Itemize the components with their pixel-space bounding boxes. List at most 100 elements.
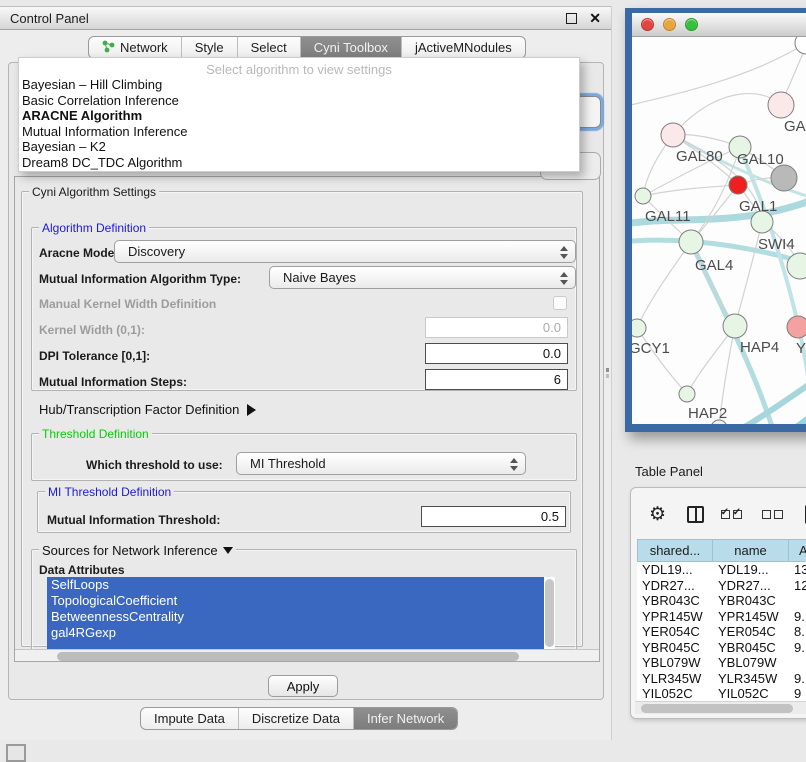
combo-stepper-icon [509,457,518,472]
dpi-tolerance-field[interactable]: 0.0 [425,343,568,364]
manual-kernel-width-label: Manual Kernel Width Definition [39,297,216,311]
network-node-label: GAL [784,118,806,135]
table-panel-title: Table Panel [635,464,703,479]
network-node-label: HAP4 [740,339,779,356]
network-node-label: GAL11 [645,208,691,225]
table-row[interactable]: YPR145W YPR145W 9. [637,609,806,625]
table-header: shared... name A [637,539,806,562]
tab-discretize-data[interactable]: Discretize Data [238,708,353,729]
settings-horizontal-scrollbar[interactable] [15,649,599,662]
tab-cyni-toolbox[interactable]: Cyni Toolbox [300,37,401,58]
data-attributes-list: SelfLoopsTopologicalCoefficientBetweenne… [47,577,555,649]
kernel-width-label: Kernel Width (0,1): [39,323,145,337]
mi-threshold-field[interactable]: 0.5 [421,506,566,527]
tab-infer-network[interactable]: Infer Network [353,708,457,729]
column-header-name[interactable]: name [713,539,789,562]
table-row[interactable]: YBR043C YBR043C [637,593,806,609]
control-panel-title: Control Panel [10,11,89,26]
apply-button[interactable]: Apply [268,675,338,697]
table-row[interactable]: YDL19... YDL19... 13 [637,562,806,578]
aracne-mode-combo[interactable]: Discovery [114,240,576,263]
data-attribute-item[interactable]: BetweennessCentrality [47,609,555,625]
float-panel-icon[interactable] [566,13,577,24]
network-node-label: GAL1 [739,198,777,215]
mi-threshold-definition-title: MI Threshold Definition [45,485,174,499]
network-node-label: GAL80 [676,148,723,165]
mi-algorithm-type-combo[interactable]: Naive Bayes [269,266,576,289]
which-threshold-combo[interactable]: MI Threshold [236,452,526,475]
tab-jactivemnodules[interactable]: jActiveMNodules [401,37,525,58]
close-traffic-light-icon[interactable] [641,18,654,31]
cyni-algorithm-settings-title: Cyni Algorithm Settings [29,185,159,199]
kernel-width-field[interactable]: 0.0 [425,317,568,338]
data-attributes-label: Data Attributes [39,563,125,577]
table-row[interactable]: YIL052C YIL052C 9 [637,686,806,701]
settings-scrollpane: Cyni Algorithm Settings Algorithm Defini… [14,176,600,662]
expander-arrow-icon [247,404,256,416]
network-node-label: Y [796,340,806,357]
algorithm-dropdown-item[interactable]: Mutual Information Inference [19,124,579,140]
network-node[interactable] [795,37,806,54]
network-node-HAP2[interactable] [679,386,695,402]
table-row[interactable]: YER054C YER054C 8. [637,624,806,640]
deselect-all-checkboxes-icon[interactable] [762,510,786,519]
minimized-panel-icon[interactable] [6,744,26,762]
network-window-titlebar[interactable] [632,13,806,37]
table-row[interactable]: YLR345W YLR345W 9. [637,671,806,687]
network-node-GAL1[interactable] [729,176,747,194]
network-canvas[interactable]: GALGAL80GAL10GAL1GAL11SWI4GAL4GCY1HAP4YH… [632,37,806,424]
network-node-HAP4[interactable] [723,314,747,338]
split-columns-icon[interactable] [687,506,704,523]
zoom-traffic-light-icon[interactable] [685,18,698,31]
network-node-label: HAP2 [688,405,727,422]
tab-select[interactable]: Select [237,37,300,58]
algorithm-dropdown-item[interactable]: ARACNE Algorithm [19,108,579,124]
network-node-GCY1[interactable] [632,319,646,337]
which-threshold-label: Which threshold to use: [86,458,223,472]
combo-stepper-icon [559,245,568,260]
network-node-Y[interactable] [787,316,806,338]
network-node-label: SWI4 [758,236,795,253]
network-node-GAL[interactable] [768,92,794,118]
table-horizontal-scrollbar[interactable] [635,701,806,714]
algorithm-dropdown-placeholder: Select algorithm to view settings [19,62,579,77]
hub-definition-expander[interactable]: Hub/Transcription Factor Definition [39,402,256,417]
algorithm-dropdown-popup: Select algorithm to view settings Bayesi… [18,57,580,172]
table-toolbar: ⚙ [631,494,806,534]
column-header-partial[interactable]: A [789,539,806,562]
settings-gear-icon[interactable]: ⚙ [649,505,666,524]
panel-divider-grip[interactable] [605,368,610,379]
network-view-window: GALGAL80GAL10GAL1GAL11SWI4GAL4GCY1HAP4YH… [625,8,806,432]
algorithm-definition-title: Algorithm Definition [39,221,149,235]
attribute-list-scrollbar[interactable] [544,577,555,649]
algorithm-dropdown-item[interactable]: Basic Correlation Inference [19,93,579,109]
table-row[interactable]: YDR27... YDR27... 12 [637,578,806,594]
table-row[interactable]: YBR045C YBR045C 9. [637,640,806,656]
network-node[interactable] [771,165,797,191]
manual-kernel-width-checkbox[interactable] [553,296,567,310]
close-panel-icon[interactable]: ✕ [589,11,601,25]
column-header-shared-name[interactable]: shared... [637,539,713,562]
control-panel-titlebar: Control Panel ✕ [0,6,611,30]
algorithm-dropdown-item[interactable]: Bayesian – Hill Climbing [19,77,579,93]
algorithm-dropdown-item[interactable]: Dream8 DC_TDC Algorithm [19,155,579,171]
minimize-traffic-light-icon[interactable] [663,18,676,31]
application-background: Control Panel ✕ Network Style Select Cyn… [0,0,806,762]
select-all-checkboxes-icon[interactable] [721,510,745,519]
table-row[interactable]: YBL079W YBL079W [637,655,806,671]
network-node-GAL4[interactable] [679,230,703,254]
control-panel-tabbar: Network Style Select Cyni Toolbox jActiv… [88,36,526,59]
tab-impute-data[interactable]: Impute Data [141,708,238,729]
data-attribute-item[interactable]: gal4RGexp [47,625,555,641]
table-panel-window: ⚙ shared... name A YDL19... YDL19... 13 … [630,487,806,719]
algorithm-dropdown-item[interactable]: Bayesian – K2 [19,139,579,155]
data-attribute-item[interactable]: TopologicalCoefficient [47,593,555,609]
network-node-GAL80[interactable] [661,123,685,147]
settings-vertical-scrollbar[interactable] [599,177,600,649]
tab-network[interactable]: Network [89,37,181,58]
data-attribute-item[interactable]: SelfLoops [47,577,555,593]
sources-title[interactable]: Sources for Network Inference [39,543,236,558]
tab-style[interactable]: Style [181,37,237,58]
mi-steps-field[interactable]: 6 [425,369,568,390]
network-node-GAL11[interactable] [635,188,651,204]
